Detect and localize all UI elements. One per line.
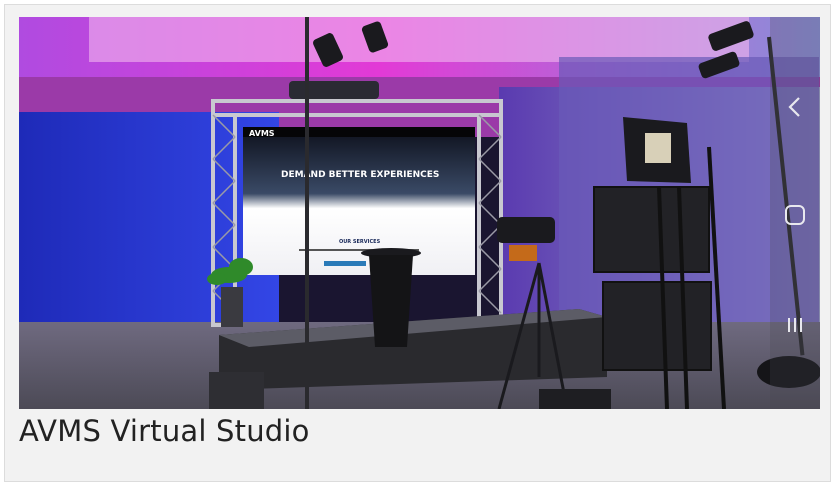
image-caption: AVMS Virtual Studio bbox=[19, 414, 310, 448]
screen-headline: DEMAND BETTER EXPERIENCES bbox=[281, 170, 439, 180]
system-navigation-bar bbox=[770, 17, 820, 409]
home-button[interactable] bbox=[770, 195, 820, 235]
home-icon bbox=[785, 205, 805, 225]
recents-icon bbox=[788, 318, 802, 332]
back-button[interactable] bbox=[770, 87, 820, 127]
screen-brand: AVMS bbox=[249, 129, 275, 138]
chevron-left-icon bbox=[788, 97, 800, 117]
studio-photo[interactable]: AVMS DEMAND BETTER EXPERIENCES OUR SERVI… bbox=[19, 17, 820, 409]
screen-services-title: OUR SERVICES bbox=[339, 239, 381, 245]
image-card: AVMS DEMAND BETTER EXPERIENCES OUR SERVI… bbox=[4, 4, 831, 482]
studio-scene: AVMS DEMAND BETTER EXPERIENCES OUR SERVI… bbox=[19, 17, 820, 409]
recents-button[interactable] bbox=[770, 305, 820, 345]
